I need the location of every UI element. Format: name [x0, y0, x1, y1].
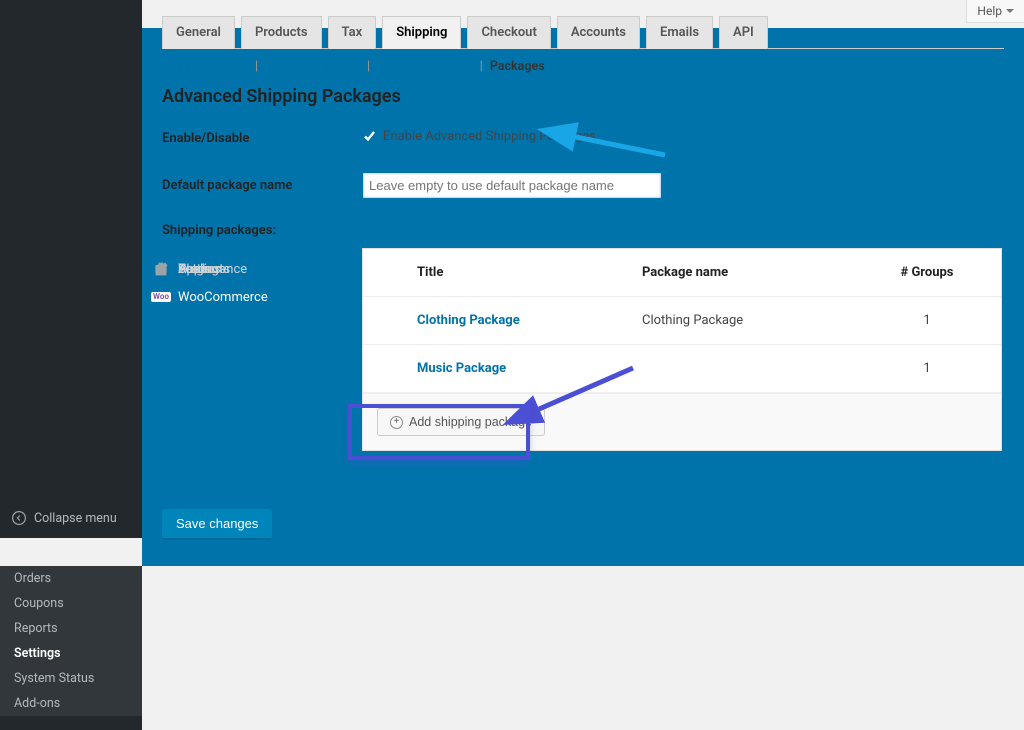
submenu-item-add-ons[interactable]: Add-ons	[0, 691, 142, 716]
tab-products[interactable]: Products	[241, 16, 322, 49]
admin-sidebar: Dashboard Posts Media Pages Comments Woo…	[0, 0, 142, 538]
row-default-name: Default package name	[162, 172, 1004, 199]
subsection-shipping-zones[interactable]: Shipping Zones	[162, 59, 248, 74]
submenu-label: Reports	[14, 621, 58, 636]
tab-tax[interactable]: Tax	[328, 16, 377, 49]
tab-api[interactable]: API	[719, 16, 768, 49]
subsection-packages-current: Packages	[490, 59, 545, 74]
help-dropdown[interactable]: Help	[966, 0, 1024, 23]
col-package-name: Package name	[642, 265, 867, 280]
package-name-cell: Clothing Package	[642, 313, 867, 328]
add-shipping-package-button[interactable]: + Add shipping package	[377, 408, 545, 436]
save-changes-button[interactable]: Save changes	[162, 509, 272, 540]
package-title-link[interactable]: Music Package	[417, 361, 642, 376]
table-footer: + Add shipping package	[363, 393, 1001, 450]
package-groups-cell: 1	[867, 361, 987, 376]
enable-checkbox-label: Enable Advanced Shipping Packages	[383, 129, 596, 144]
subsection-shipping-classes[interactable]: Shipping Classes	[377, 59, 472, 74]
help-label: Help	[977, 4, 1002, 18]
tab-general[interactable]: General	[162, 16, 235, 49]
page-title: Advanced Shipping Packages	[162, 86, 1004, 107]
tab-shipping[interactable]: Shipping	[382, 16, 461, 49]
submenu-label: Orders	[14, 571, 51, 586]
collapse-menu[interactable]: Collapse menu	[0, 504, 142, 532]
collapse-label: Collapse menu	[34, 511, 117, 526]
tab-emails[interactable]: Emails	[646, 16, 713, 49]
subsection-shipping-options[interactable]: Shipping Options	[265, 59, 360, 74]
col-groups: # Groups	[867, 265, 987, 280]
submenu-item-coupons[interactable]: Coupons	[0, 591, 142, 616]
add-button-label: Add shipping package	[409, 415, 532, 429]
table-header-row: Title Package name # Groups	[363, 249, 1001, 297]
enable-checkbox[interactable]	[362, 129, 377, 144]
submenu-item-system-status[interactable]: System Status	[0, 666, 142, 691]
packages-label: Shipping packages:	[162, 223, 362, 238]
submenu-label: Settings	[14, 646, 61, 661]
tab-checkout[interactable]: Checkout	[467, 16, 550, 49]
packages-table: Title Package name # Groups Clothing Pac…	[362, 248, 1002, 451]
package-title-link[interactable]: Clothing Package	[417, 313, 642, 328]
enable-label: Enable/Disable	[162, 131, 362, 146]
quick-tips-toggle[interactable]: Quick tips ›	[362, 223, 429, 238]
chevron-right-icon: ›	[425, 223, 429, 238]
submenu-item-settings[interactable]: Settings	[0, 641, 142, 666]
sub-sections: Shipping Zones | Shipping Options | Ship…	[162, 59, 1004, 74]
row-enable: Enable/Disable Enable Advanced Shipping …	[162, 129, 1004, 148]
table-row: Music Package 1	[363, 345, 1001, 393]
col-title: Title	[417, 265, 642, 280]
main-content: Help General Products Tax Shipping Check…	[142, 0, 1024, 538]
submenu-item-reports[interactable]: Reports	[0, 616, 142, 641]
plus-circle-icon: +	[390, 416, 403, 429]
submenu-label: Coupons	[14, 596, 64, 611]
submenu-item-orders[interactable]: Orders	[0, 566, 142, 591]
table-row: Clothing Package Clothing Package 1	[363, 297, 1001, 345]
collapse-icon	[10, 510, 28, 526]
default-name-label: Default package name	[162, 178, 362, 193]
settings-tabs: General Products Tax Shipping Checkout A…	[162, 16, 1004, 49]
caret-down-icon	[1006, 9, 1014, 13]
row-packages: Shipping packages: Quick tips › Title Pa…	[162, 223, 1004, 451]
default-package-name-input[interactable]	[362, 172, 662, 199]
tab-accounts[interactable]: Accounts	[557, 16, 640, 49]
quick-tips-label: Quick tips	[362, 223, 419, 238]
submenu-label: System Status	[14, 671, 94, 686]
package-groups-cell: 1	[867, 313, 987, 328]
submenu-label: Add-ons	[14, 696, 60, 711]
